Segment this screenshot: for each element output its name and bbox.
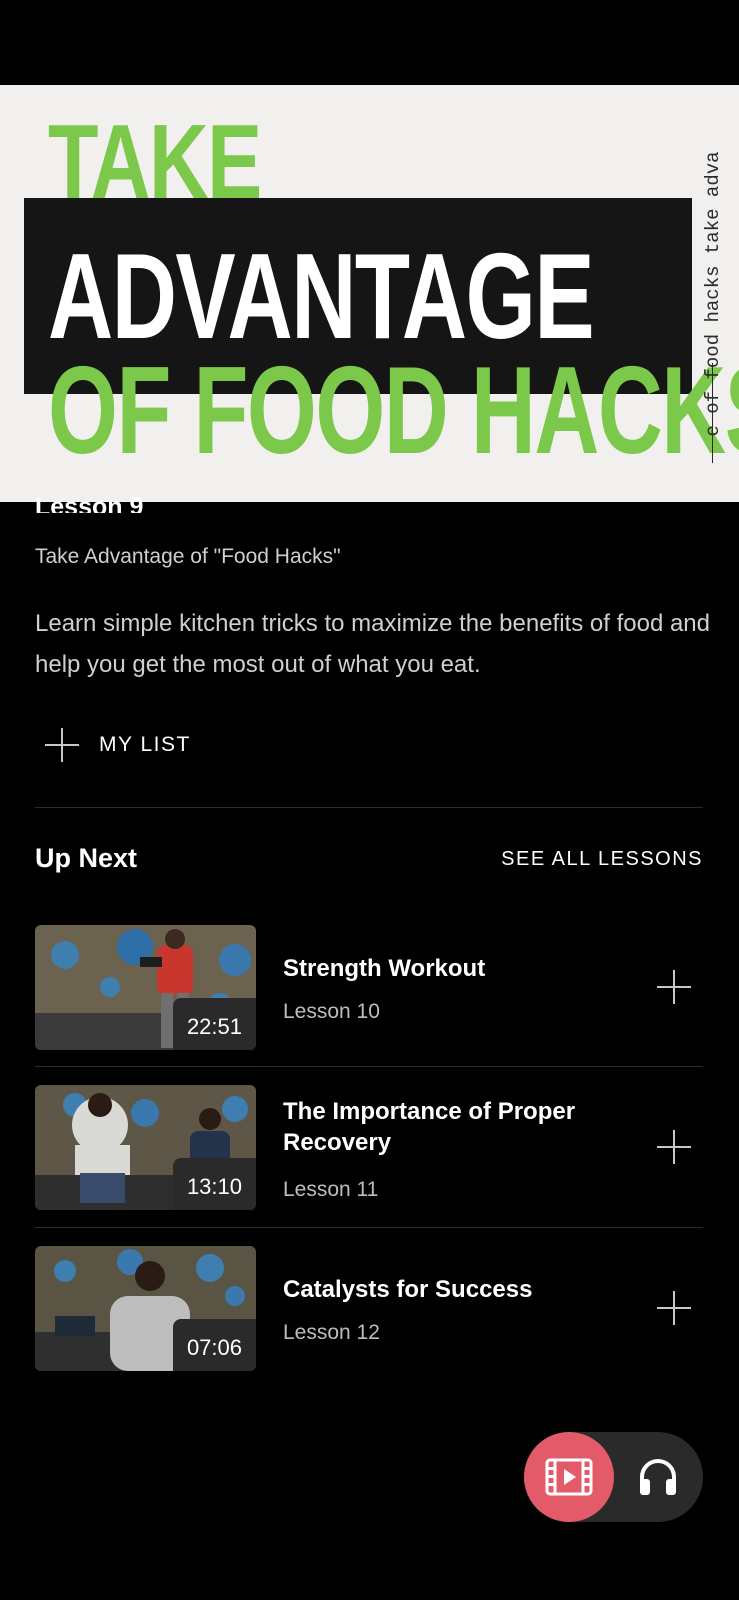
my-list-button[interactable]: MY LIST bbox=[45, 725, 191, 765]
lesson-row-subtitle: Lesson 10 bbox=[283, 1000, 380, 1023]
divider bbox=[35, 807, 703, 808]
lesson-subtitle: Take Advantage of "Food Hacks" bbox=[35, 545, 341, 568]
add-to-list-icon[interactable] bbox=[657, 970, 691, 1004]
lesson-row-11[interactable]: 13:10 The Importance of Proper Recovery … bbox=[35, 1085, 703, 1210]
headphones-icon bbox=[640, 1459, 676, 1495]
divider bbox=[35, 1066, 703, 1067]
lesson-row-title: Catalysts for Success bbox=[283, 1276, 533, 1303]
lesson-description: Learn simple kitchen tricks to maximize … bbox=[35, 610, 710, 678]
lesson-thumbnail[interactable]: 07:06 bbox=[35, 1246, 256, 1371]
lesson-row-12[interactable]: 07:06 Catalysts for Success Lesson 12 bbox=[35, 1246, 703, 1371]
lesson-thumbnail[interactable]: 22:51 bbox=[35, 925, 256, 1050]
audio-mode-button[interactable] bbox=[613, 1432, 703, 1522]
hero-banner: TAKE ADVANTAGE OF FOOD HACKS e of food h… bbox=[0, 85, 739, 502]
lesson-row-title: Strength Workout bbox=[283, 955, 486, 982]
lesson-thumbnail[interactable]: 13:10 bbox=[35, 1085, 256, 1210]
lesson-row-subtitle: Lesson 12 bbox=[283, 1321, 380, 1344]
duration-badge: 22:51 bbox=[172, 998, 256, 1050]
add-to-list-icon[interactable] bbox=[657, 1291, 691, 1325]
my-list-label: MY LIST bbox=[99, 733, 191, 756]
plus-icon bbox=[45, 728, 79, 762]
add-to-list-icon[interactable] bbox=[657, 1130, 691, 1164]
lesson-title: Lesson 9 bbox=[35, 493, 144, 513]
up-next-title: Up Next bbox=[35, 843, 138, 873]
media-mode-toggle[interactable] bbox=[524, 1432, 703, 1522]
lesson-row-title: The Importance of Proper Recovery bbox=[283, 1098, 576, 1156]
hero-vertical-line bbox=[712, 363, 713, 463]
film-icon bbox=[545, 1458, 593, 1496]
see-all-lessons-button[interactable]: SEE ALL LESSONS bbox=[501, 848, 703, 871]
duration-badge: 07:06 bbox=[172, 1319, 256, 1371]
duration-badge: 13:10 bbox=[172, 1158, 256, 1210]
divider bbox=[35, 1227, 703, 1228]
video-mode-button[interactable] bbox=[524, 1432, 614, 1522]
hero-line-1: TAKE bbox=[48, 103, 262, 221]
lesson-row-10[interactable]: 22:51 Strength Workout Lesson 10 bbox=[35, 925, 703, 1050]
hero-line-2: ADVANTAGE bbox=[48, 228, 595, 364]
lesson-row-subtitle: Lesson 11 bbox=[283, 1178, 379, 1201]
hero-line-3: OF FOOD HACKS bbox=[48, 342, 739, 480]
hero-vertical-text: e of food hacks take adva bbox=[702, 150, 724, 437]
